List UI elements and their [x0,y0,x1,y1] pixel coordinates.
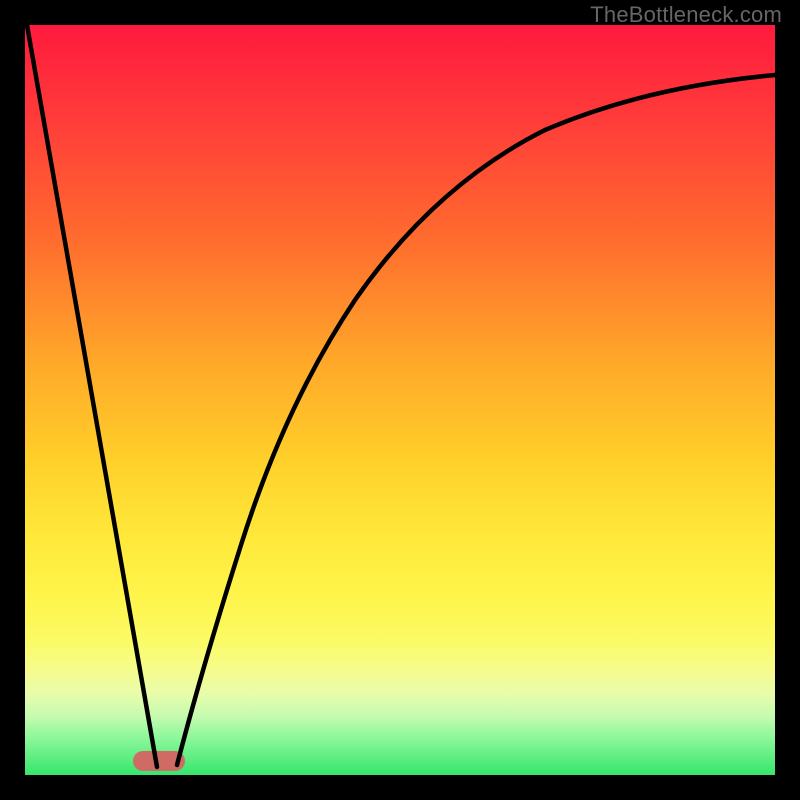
bottleneck-curve [25,25,775,775]
curve-left-descent [27,25,157,767]
watermark-text: TheBottleneck.com [590,2,782,28]
plot-area [25,25,775,775]
curve-right-ascent [177,75,775,765]
chart-frame: TheBottleneck.com [0,0,800,800]
